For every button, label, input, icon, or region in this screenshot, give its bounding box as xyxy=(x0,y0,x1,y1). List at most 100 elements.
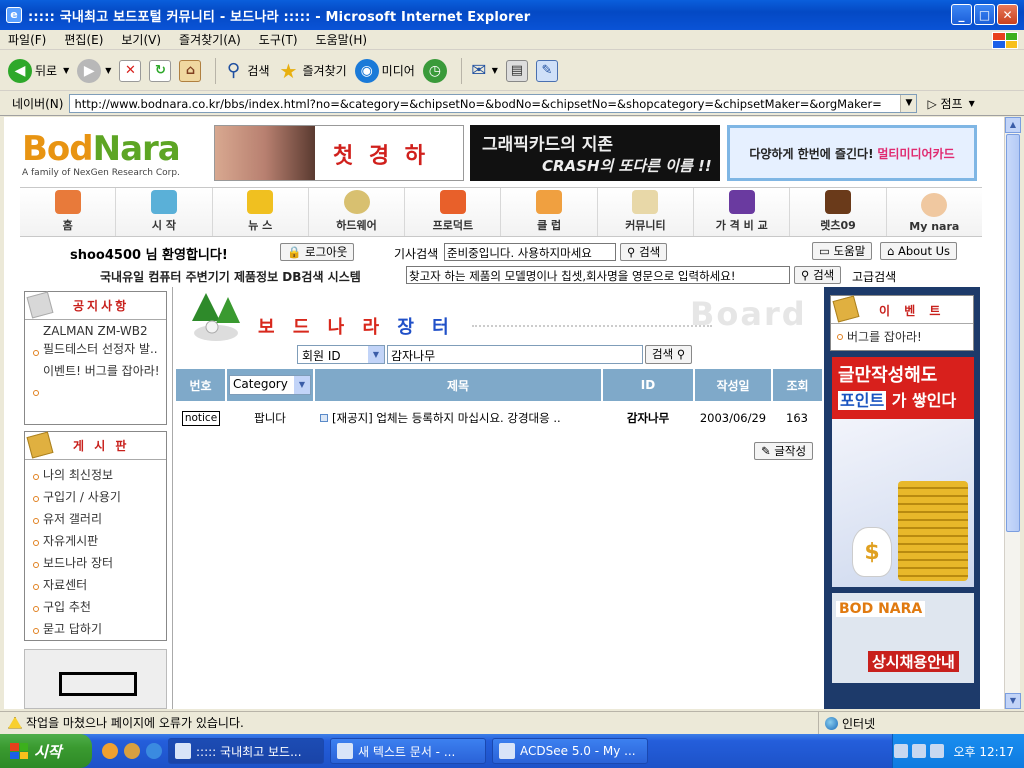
acdsee-icon xyxy=(499,743,515,759)
page-viewport: BodNara A family of NexGen Research Corp… xyxy=(4,117,1004,709)
house-small-icon: ⌂ xyxy=(887,244,895,258)
board-menu-item[interactable]: 자유게시판 xyxy=(31,530,162,552)
favorites-button[interactable]: ★ 즐겨찾기 xyxy=(278,55,347,87)
vertical-scrollbar[interactable]: ▲ ▼ xyxy=(1004,117,1021,709)
address-dropdown-icon[interactable]: ▼ xyxy=(900,95,917,112)
article-search-input[interactable]: 준비중입니다. 사용하지마세요 xyxy=(444,243,616,261)
go-button[interactable]: ▷ 점프 xyxy=(927,95,962,112)
scroll-thumb[interactable] xyxy=(1006,134,1020,532)
nav-community[interactable]: 커뮤니티 xyxy=(598,188,695,236)
table-row[interactable]: notice 팝니다 [재공지] 업체는 등록하지 마십시요. 강경대응 .. … xyxy=(176,401,822,435)
points-ad-banner[interactable]: 글만작성해도 포인트 가 쌓인다 $ xyxy=(832,357,974,587)
search-field-select[interactable]: 회원 ID ▼ xyxy=(297,344,385,364)
scroll-up-icon[interactable]: ▲ xyxy=(1005,117,1021,133)
nav-hardware[interactable]: 하드웨어 xyxy=(309,188,406,236)
nav-price-compare[interactable]: 가 격 비 교 xyxy=(694,188,791,236)
quick-launch-app-icon[interactable] xyxy=(102,743,118,759)
article-search-button[interactable]: ⚲ 검색 xyxy=(620,243,668,261)
notice-item[interactable]: 이벤트! 버그를 잡아라! xyxy=(31,362,162,396)
address-input[interactable]: http://www.bodnara.co.kr/bbs/index.html?… xyxy=(69,94,918,113)
forward-dropdown-icon[interactable]: ▼ xyxy=(105,66,111,75)
nav-home[interactable]: 홈 xyxy=(20,188,117,236)
search-keyword-input[interactable]: 감자나무 xyxy=(387,344,643,364)
advanced-search-link[interactable]: 고급검색 xyxy=(852,268,896,285)
quick-launch-messenger-icon[interactable] xyxy=(124,743,140,759)
folder-icon xyxy=(26,431,54,459)
nav-start[interactable]: 시 작 xyxy=(116,188,213,236)
menu-tools[interactable]: 도구(T) xyxy=(259,31,298,48)
back-dropdown-icon[interactable]: ▼ xyxy=(63,66,69,75)
taskbar: 시작 ::::: 국내최고 보드... 새 텍스트 문서 - ... ACDSe… xyxy=(0,734,1024,768)
media-button[interactable]: ◉ 미디어 xyxy=(354,55,415,87)
board-menu-item[interactable]: 구입기 / 사용기 xyxy=(31,486,162,508)
row-subject[interactable]: [재공지] 업체는 등록하지 마십시요. 강경대응 .. xyxy=(332,411,561,425)
ime-icon[interactable] xyxy=(911,744,926,758)
site-logo[interactable]: BodNara A family of NexGen Research Corp… xyxy=(22,131,197,183)
print-button[interactable]: ▤ xyxy=(505,55,528,87)
board-search-button[interactable]: 검색 ⚲ xyxy=(645,344,693,364)
scroll-down-icon[interactable]: ▼ xyxy=(1005,693,1021,709)
row-id[interactable]: 감자나무 xyxy=(602,401,694,435)
home-button[interactable]: ⌂ xyxy=(179,55,202,87)
refresh-button[interactable]: ↻ xyxy=(149,55,172,87)
ie-icon xyxy=(175,743,191,759)
nav-product[interactable]: 프로덕트 xyxy=(405,188,502,236)
magnifier-icon: ⚲ xyxy=(627,245,636,259)
clock[interactable]: 오후 12:17 xyxy=(954,743,1014,760)
col-category[interactable]: Category ▼ xyxy=(226,369,315,401)
maximize-button[interactable]: □ xyxy=(974,4,995,25)
mail-button[interactable]: ✉ ▼ xyxy=(468,55,498,87)
menu-edit[interactable]: 편집(E) xyxy=(64,31,103,48)
minimize-button[interactable]: _ xyxy=(951,4,972,25)
banner-ad-3[interactable]: 다양하게 한번에 즐긴다! 멀티미디어카드 xyxy=(727,125,977,181)
banner-ad-2[interactable]: 그래픽카드의 지존 CRASH의 또다른 이름 !! xyxy=(470,125,720,181)
warning-icon[interactable] xyxy=(8,716,22,729)
board-title: 보 드 나 라 장 터 xyxy=(258,317,455,338)
help-button[interactable]: ▭ 도움말 xyxy=(812,242,873,260)
nav-my-nara[interactable]: My nara xyxy=(887,188,982,236)
toolbar: ◀ 뒤로 ▼ ▶ ▼ ✕ ↻ ⌂ ⚲ 검색 ★ 즐겨찾기 ◉ 미디어 ◷ ✉ ▼… xyxy=(0,51,1024,91)
sidebar-image[interactable] xyxy=(24,649,167,709)
taskbar-item-ie[interactable]: ::::: 국내최고 보드... xyxy=(168,738,324,764)
recruit-ad-banner[interactable]: BOD NARA 상시채용안내 xyxy=(832,593,974,683)
nav-club[interactable]: 클 럽 xyxy=(501,188,598,236)
quick-launch-ie-icon[interactable] xyxy=(146,743,162,759)
mail-dropdown-icon[interactable]: ▼ xyxy=(492,66,498,75)
taskbar-item-notepad[interactable]: 새 텍스트 문서 - ... xyxy=(330,738,486,764)
menu-file[interactable]: 파일(F) xyxy=(8,31,46,48)
volume-icon[interactable] xyxy=(929,744,944,758)
logout-button[interactable]: 🔒 로그아웃 xyxy=(280,243,355,261)
search-button[interactable]: ⚲ 검색 xyxy=(222,55,270,87)
nav-news[interactable]: 뉴 스 xyxy=(213,188,309,236)
board-menu-item[interactable]: 자료센터 xyxy=(31,574,162,596)
stop-button[interactable]: ✕ xyxy=(119,55,142,87)
menu-favorites[interactable]: 즐겨찾기(A) xyxy=(179,31,241,48)
history-button[interactable]: ◷ xyxy=(422,55,447,87)
forward-button[interactable]: ▶ ▼ xyxy=(77,55,111,87)
network-icon[interactable] xyxy=(893,744,908,758)
banner-ad-1[interactable]: 첫 경 하 xyxy=(214,125,464,181)
db-search-button[interactable]: ⚲ 검색 xyxy=(794,266,842,284)
edit-button[interactable]: ✎ xyxy=(535,55,558,87)
board-menu-item[interactable]: 보드나라 장터 xyxy=(31,552,162,574)
start-button[interactable]: 시작 xyxy=(0,734,92,768)
board-menu-item[interactable]: 구입 추천 xyxy=(31,596,162,618)
db-search-input[interactable]: 찾고자 하는 제품의 모델명이나 칩셋,회사명을 영문으로 입력하세요! xyxy=(406,266,790,284)
site-tagline: A family of NexGen Research Corp. xyxy=(22,168,180,178)
back-button[interactable]: ◀ 뒤로 ▼ xyxy=(8,55,69,87)
taskbar-item-acdsee[interactable]: ACDSee 5.0 - My ... xyxy=(492,738,648,764)
event-item[interactable]: 버그를 잡아라! xyxy=(837,328,969,345)
board-menu-item[interactable]: 나의 최신정보 xyxy=(31,464,162,486)
about-us-button[interactable]: ⌂ About Us xyxy=(880,242,958,260)
star-icon: ★ xyxy=(279,58,298,83)
board-menu-item[interactable]: 묻고 답하기 xyxy=(31,618,162,640)
window-titlebar[interactable]: e ::::: 국내최고 보드포털 커뮤니티 - 보드나라 ::::: - Mi… xyxy=(0,0,1024,30)
menu-help[interactable]: 도움말(H) xyxy=(316,31,368,48)
close-button[interactable]: ✕ xyxy=(997,4,1018,25)
go-dropdown-icon[interactable]: ▼ xyxy=(969,99,975,108)
board-menu-item[interactable]: 유저 갤러리 xyxy=(31,508,162,530)
notice-item[interactable]: ZALMAN ZM-WB2 필드테스터 선정자 발.. xyxy=(31,322,162,358)
nav-lets09[interactable]: 렛츠09 xyxy=(790,188,887,236)
write-post-button[interactable]: ✎ 글작성 xyxy=(754,442,814,460)
menu-view[interactable]: 보기(V) xyxy=(121,31,161,48)
